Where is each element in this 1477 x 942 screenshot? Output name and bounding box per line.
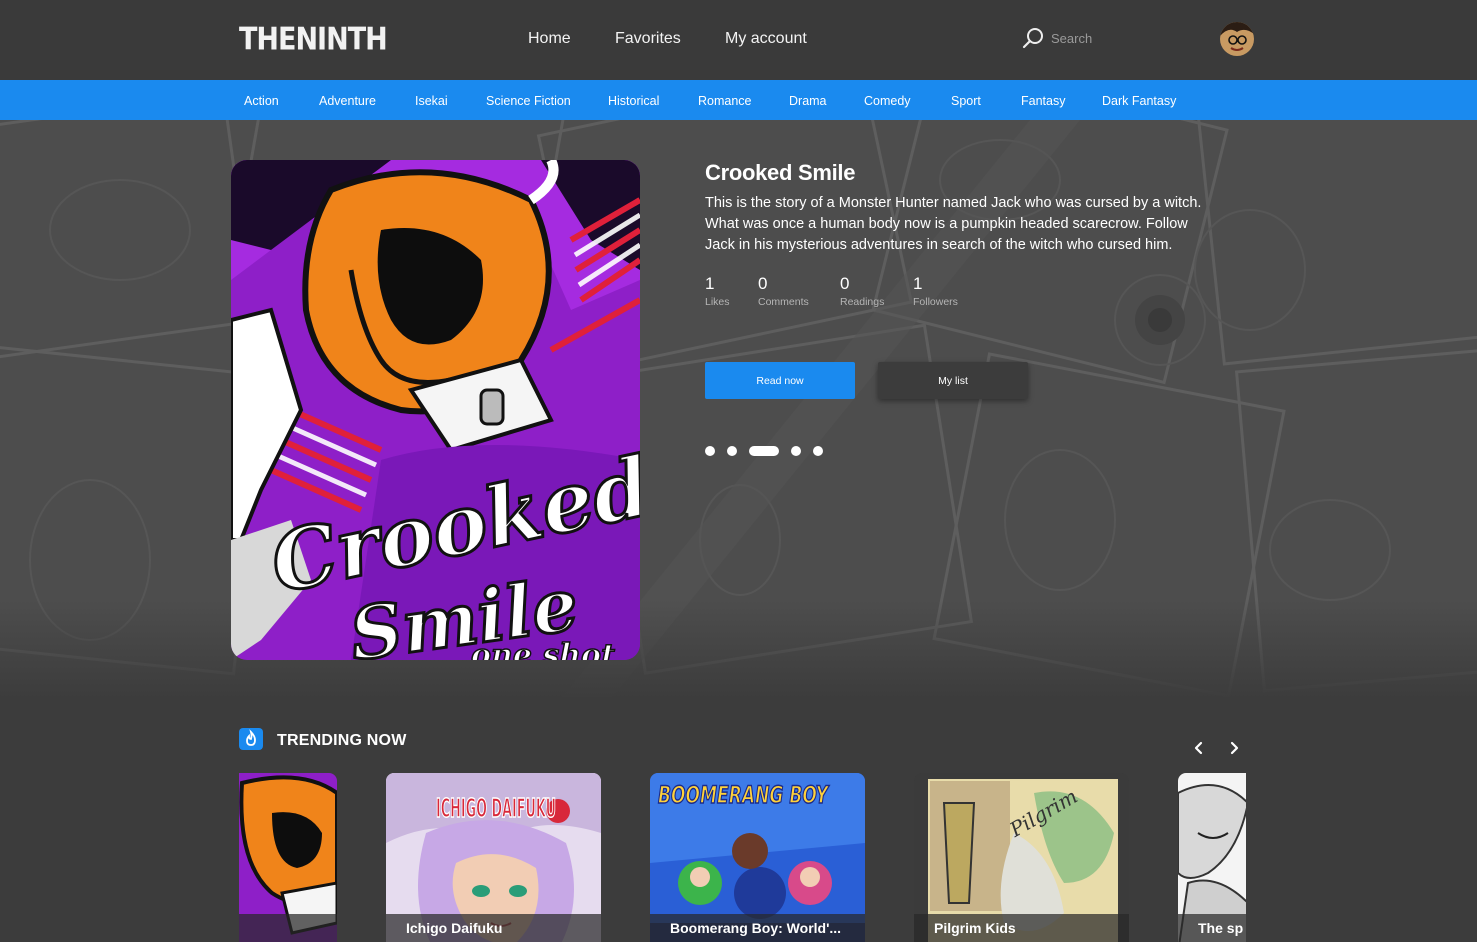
genre-science-fiction[interactable]: Science Fiction: [486, 94, 571, 108]
my-list-button[interactable]: My list: [878, 362, 1028, 399]
card-title: Pilgrim Kids: [914, 914, 1129, 942]
trending-card[interactable]: ICHIGO DAIFUKU Ichigo Daifuku: [386, 773, 601, 942]
stat-likes: 1 Likes: [705, 274, 730, 308]
chevron-left-icon[interactable]: [1189, 738, 1209, 758]
genre-fantasy[interactable]: Fantasy: [1021, 94, 1065, 108]
genre-action[interactable]: Action: [244, 94, 279, 108]
avatar[interactable]: [1220, 22, 1254, 56]
carousel-dot-3[interactable]: [749, 446, 779, 456]
trending-title: TRENDING NOW: [277, 732, 407, 749]
search-box: [1021, 26, 1181, 52]
nav-my-account[interactable]: My account: [725, 30, 807, 48]
stat-readings-label: Readings: [840, 296, 885, 308]
card-title: [239, 914, 337, 942]
carousel-dot-4[interactable]: [791, 446, 801, 456]
stat-likes-label: Likes: [705, 296, 730, 308]
site-logo[interactable]: THENINTH: [239, 22, 388, 58]
nav-favorites[interactable]: Favorites: [615, 30, 681, 48]
nav-home[interactable]: Home: [528, 30, 571, 48]
stat-comments-value: 0: [758, 274, 768, 293]
stat-followers-value: 1: [913, 274, 923, 293]
stat-comments: 0 Comments: [758, 274, 809, 308]
stat-followers: 1 Followers: [913, 274, 958, 308]
genre-sport[interactable]: Sport: [951, 94, 981, 108]
stat-readings-value: 0: [840, 274, 850, 293]
top-header: THENINTH Home Favorites My account: [0, 0, 1477, 80]
card-cover-title: BOOMERANG BOY: [658, 781, 830, 809]
genre-bar: Action Adventure Isekai Science Fiction …: [0, 80, 1477, 120]
card-title: Boomerang Boy: World'...: [650, 914, 865, 942]
search-icon[interactable]: [1021, 26, 1045, 50]
card-cover-title: ICHIGO DAIFUKU: [436, 794, 556, 824]
search-input[interactable]: [1051, 28, 1181, 48]
genre-comedy[interactable]: Comedy: [864, 94, 911, 108]
featured-title: Crooked Smile: [705, 160, 856, 185]
genre-drama[interactable]: Drama: [789, 94, 827, 108]
trending-card[interactable]: Pilgrim Pilgrim Kids: [914, 773, 1129, 942]
chevron-right-icon[interactable]: [1224, 738, 1244, 758]
card-title: The sp: [1178, 914, 1246, 942]
carousel-dot-2[interactable]: [727, 446, 737, 456]
hero-fade: [0, 600, 1477, 700]
card-title: Ichigo Daifuku: [386, 914, 601, 942]
stat-likes-value: 1: [705, 274, 715, 293]
trending-card[interactable]: The sp: [1178, 773, 1246, 942]
avatar-image: [1220, 22, 1254, 56]
trending-card[interactable]: [239, 773, 337, 942]
read-now-button[interactable]: Read now: [705, 362, 855, 399]
cover-subtitle: one shot: [471, 638, 615, 660]
stat-comments-label: Comments: [758, 296, 809, 308]
featured-cover[interactable]: Crooked Smile one shot: [231, 160, 640, 660]
fire-icon: [239, 728, 263, 750]
cover-art: Crooked Smile one shot: [231, 160, 640, 660]
genre-adventure[interactable]: Adventure: [319, 94, 376, 108]
stat-followers-label: Followers: [913, 296, 958, 308]
carousel-dot-1[interactable]: [705, 446, 715, 456]
trending-card[interactable]: BOOMERANG BOY Boomerang Boy: World'...: [650, 773, 865, 942]
genre-isekai[interactable]: Isekai: [415, 94, 448, 108]
genre-romance[interactable]: Romance: [698, 94, 752, 108]
trending-carousel: ICHIGO DAIFUKU Ichigo Daifuku BOOMERANG …: [239, 773, 1246, 942]
carousel-dot-5[interactable]: [813, 446, 823, 456]
genre-historical[interactable]: Historical: [608, 94, 659, 108]
featured-description: This is the story of a Monster Hunter na…: [705, 195, 1202, 253]
stat-readings: 0 Readings: [840, 274, 884, 308]
genre-dark-fantasy[interactable]: Dark Fantasy: [1102, 94, 1176, 108]
